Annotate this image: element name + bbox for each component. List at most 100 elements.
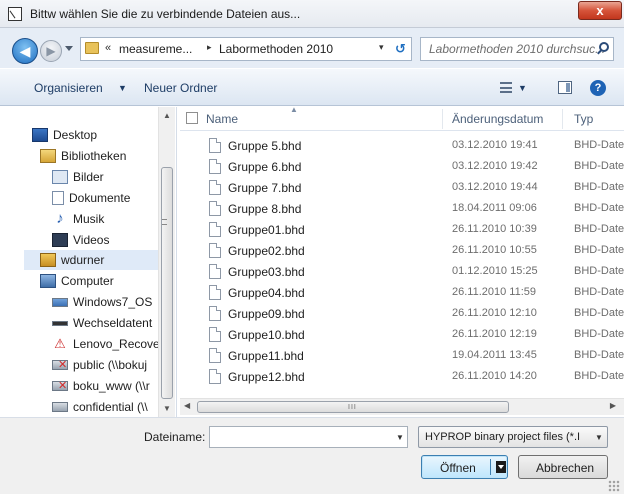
column-divider[interactable] [562,109,563,129]
recovery-drive-icon: ⚠ [54,336,66,351]
address-bar[interactable]: « measureme... ▸ Labormethoden 2010 ▾ ↺ [80,37,412,61]
sidebar-item-boku-www[interactable]: boku_www (\\r [52,376,150,396]
view-options-icon[interactable] [500,82,512,93]
scrollbar-thumb[interactable] [161,167,173,399]
search-input[interactable]: Labormethoden 2010 durchsuc... [420,37,614,61]
chevron-down-icon[interactable]: ▼ [518,83,527,93]
column-header-date[interactable]: Änderungsdatum [452,112,543,126]
file-row[interactable]: Gruppe04.bhd 26.11.2010 11:59 BHD-Date [180,282,624,303]
open-options-dropdown-icon[interactable] [496,461,506,473]
column-header-type[interactable]: Typ [574,112,593,126]
breadcrumb-overflow[interactable]: « [105,42,111,54]
sidebar-item-videos[interactable]: Videos [52,230,109,250]
navigation-bar: ◀ ▶ « measureme... ▸ Labormethoden 2010 … [0,28,624,68]
column-header-name[interactable]: Name [206,112,238,126]
sidebar-item-windows7-os[interactable]: Windows7_OS [52,292,152,312]
sidebar-item-lenovo-recovery[interactable]: ⚠ Lenovo_Recove [52,334,160,354]
file-name[interactable]: Gruppe 8.bhd [228,202,301,216]
file-row[interactable]: Gruppe 5.bhd 03.12.2010 19:41 BHD-Date [180,135,624,156]
file-row[interactable]: Gruppe 7.bhd 03.12.2010 19:44 BHD-Date [180,177,624,198]
scroll-down-icon[interactable]: ▼ [163,404,171,413]
sidebar-item-label: Bibliotheken [61,149,127,163]
breadcrumb-separator-icon[interactable]: ▸ [207,42,212,53]
organize-button[interactable]: Organisieren [34,81,103,95]
column-header-row: Name ▲ Änderungsdatum Typ [180,107,624,131]
scroll-up-icon[interactable]: ▲ [163,111,171,120]
file-type: BHD-Date [574,181,624,193]
cancel-button[interactable]: Abbrechen [518,455,608,479]
file-name[interactable]: Gruppe11.bhd [228,349,304,363]
sidebar-item-label: boku_www (\\r [73,379,150,393]
back-button[interactable]: ◀ [12,38,38,64]
file-name[interactable]: Gruppe10.bhd [228,328,305,342]
file-row[interactable]: Gruppe01.bhd 26.11.2010 10:39 BHD-Date [180,219,624,240]
file-row[interactable]: Gruppe11.bhd 19.04.2011 13:45 BHD-Date [180,345,624,366]
window-title: Bittw wählen Sie die zu verbindende Date… [30,7,301,21]
sidebar-item-documents[interactable]: Dokumente [52,188,130,208]
file-row[interactable]: Gruppe10.bhd 26.11.2010 12:19 BHD-Date [180,324,624,345]
sidebar-item-wdurner[interactable]: wdurner [24,250,158,270]
file-type: BHD-Date [574,244,624,256]
select-all-checkbox[interactable] [186,112,198,124]
sidebar-item-label: Lenovo_Recove [73,337,160,351]
file-date: 03.12.2010 19:41 [452,139,538,151]
filename-combobox[interactable]: ▼ [209,426,408,448]
sidebar-item-confidential[interactable]: confidential (\\ [52,397,148,417]
scroll-left-icon[interactable]: ◀ [184,401,190,410]
file-type-filter-select[interactable]: HYPROP binary project files (*.I ▼ [418,426,608,448]
sidebar-item-music[interactable]: ♪ Musik [52,209,104,229]
file-name[interactable]: Gruppe12.bhd [228,370,305,384]
file-name[interactable]: Gruppe 6.bhd [228,160,301,174]
close-button[interactable]: x [578,1,622,20]
sidebar-item-public[interactable]: public (\\bokuj [52,355,147,375]
file-name[interactable]: Gruppe02.bhd [228,244,305,258]
file-date: 26.11.2010 10:39 [452,223,537,235]
new-folder-button[interactable]: Neuer Ordner [144,81,217,95]
address-dropdown-icon[interactable]: ▾ [379,42,384,53]
file-list-horizontal-scrollbar[interactable]: ◀ III ▶ [180,398,624,415]
file-row[interactable]: Gruppe03.bhd 01.12.2010 15:25 BHD-Date [180,261,624,282]
file-date: 26.11.2010 10:55 [452,244,537,256]
open-button[interactable]: Öffnen [421,455,508,479]
search-icon[interactable] [599,42,609,52]
file-row[interactable]: Gruppe12.bhd 26.11.2010 14:20 BHD-Date [180,366,624,387]
file-icon [209,159,221,174]
cancel-button-label: Abbrechen [536,461,595,475]
resize-grip-icon[interactable] [608,480,620,492]
forward-button[interactable]: ▶ [40,40,62,62]
file-icon [209,222,221,237]
file-name[interactable]: Gruppe01.bhd [228,223,305,237]
sidebar-item-removable-drive[interactable]: Wechseldatent [52,313,152,333]
file-icon [209,327,221,342]
file-name[interactable]: Gruppe04.bhd [228,286,305,300]
file-row[interactable]: Gruppe 6.bhd 03.12.2010 19:42 BHD-Date [180,156,624,177]
file-name[interactable]: Gruppe 7.bhd [228,181,301,195]
breadcrumb-item[interactable]: Labormethoden 2010 [219,42,333,56]
scroll-right-icon[interactable]: ▶ [610,401,616,410]
navigation-pane-scrollbar[interactable]: ▲ ▼ [158,107,175,417]
chevron-down-icon[interactable]: ▼ [595,433,603,442]
file-row[interactable]: Gruppe09.bhd 26.11.2010 12:10 BHD-Date [180,303,624,324]
help-icon[interactable]: ? [590,80,606,96]
recent-pages-dropdown[interactable] [65,46,73,51]
search-placeholder: Labormethoden 2010 durchsuc... [429,42,606,56]
sidebar-item-libraries[interactable]: Bibliotheken [40,146,126,166]
file-icon [209,180,221,195]
column-divider[interactable] [442,109,443,129]
file-row[interactable]: Gruppe02.bhd 26.11.2010 10:55 BHD-Date [180,240,624,261]
scrollbar-thumb[interactable]: III [197,401,509,413]
sidebar-item-pictures[interactable]: Bilder [52,167,104,187]
refresh-icon[interactable]: ↺ [395,41,406,57]
file-name[interactable]: Gruppe 5.bhd [228,139,301,153]
file-date: 26.11.2010 12:10 [452,307,537,319]
breadcrumb-item[interactable]: measureme... [119,42,192,56]
chevron-down-icon[interactable]: ▼ [118,83,127,93]
pane-splitter[interactable] [176,107,177,417]
sidebar-item-desktop[interactable]: Desktop [32,125,97,145]
preview-pane-icon[interactable] [558,81,572,94]
chevron-down-icon[interactable]: ▼ [396,433,404,442]
file-row[interactable]: Gruppe 8.bhd 18.04.2011 09:06 BHD-Date [180,198,624,219]
file-name[interactable]: Gruppe09.bhd [228,307,305,321]
file-name[interactable]: Gruppe03.bhd [228,265,305,279]
sidebar-item-computer[interactable]: Computer [40,271,114,291]
